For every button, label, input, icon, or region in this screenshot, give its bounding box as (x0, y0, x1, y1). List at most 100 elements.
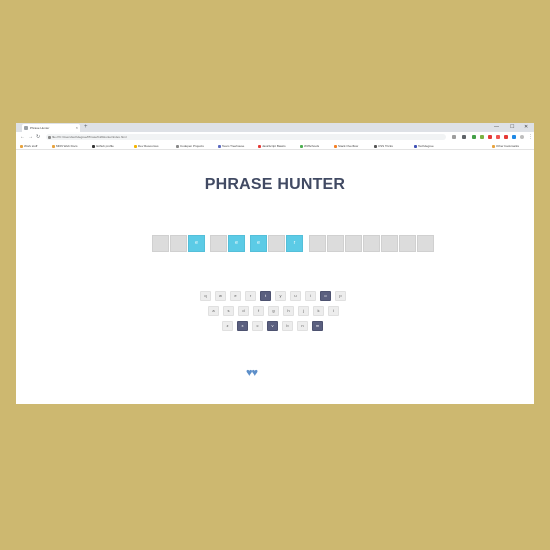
key-y[interactable]: y (275, 291, 286, 301)
bookmark-label: Team Treehouse (222, 144, 245, 148)
back-icon[interactable]: ← (20, 132, 25, 142)
bookmark-item[interactable]: Codepen Projects (176, 142, 204, 150)
extension-blue-icon[interactable] (512, 135, 516, 139)
key-b[interactable]: b (282, 321, 293, 331)
tab-phrase-hunter[interactable]: Phrase Hunter × (22, 124, 80, 132)
extension-red-icon[interactable] (488, 135, 492, 139)
phrase-letter-tile (381, 235, 398, 252)
phrase-letter-tile (309, 235, 326, 252)
new-tab-icon[interactable]: + (84, 123, 88, 132)
maximize-window-icon[interactable]: ☐ (510, 123, 514, 132)
browser-menu-icon[interactable]: ⋮ (528, 132, 533, 142)
address-url: file:///C:/Users/techdegree/Phrase%20Hun… (52, 135, 127, 139)
bookmark-item[interactable]: MDN Web Docs (52, 142, 77, 150)
key-o[interactable]: o (320, 291, 331, 301)
other-bookmarks[interactable]: Other bookmarks (492, 142, 519, 150)
phrase-letter-tile (363, 235, 380, 252)
bookmark-label: Github profile (96, 144, 114, 148)
bookmark-label: JavaScript Basics (262, 144, 286, 148)
key-c[interactable]: c (252, 321, 263, 331)
extension-green-icon[interactable] (472, 135, 476, 139)
phrase-letter-tile (345, 235, 362, 252)
phrase-letter-tile: e (250, 235, 267, 252)
key-j[interactable]: j (298, 306, 309, 316)
tab-strip: Phrase Hunter × + — ☐ ✕ (16, 123, 534, 132)
phrase-letter-tile (170, 235, 187, 252)
bookmark-item[interactable]: Dev Resources (134, 142, 159, 150)
forward-icon[interactable]: → (28, 132, 33, 142)
profile-avatar-icon[interactable] (520, 135, 524, 139)
bookmark-item[interactable]: Techdegree (414, 142, 434, 150)
bookmark-item[interactable]: Team Treehouse (218, 142, 244, 150)
key-l[interactable]: l (328, 306, 339, 316)
bookmark-folder-icon (20, 144, 23, 148)
address-bar[interactable]: file:///C:/Users/techdegree/Phrase%20Hun… (46, 134, 446, 140)
bookmark-page-icon (414, 144, 417, 148)
key-t[interactable]: t (260, 291, 271, 301)
bookmark-label: W3Schools (304, 144, 320, 148)
key-e[interactable]: e (230, 291, 241, 301)
minimize-window-icon[interactable]: — (494, 123, 499, 132)
bookmark-label: Dev Resources (138, 144, 159, 148)
bookmark-page-icon (218, 144, 221, 148)
key-k[interactable]: k (313, 306, 324, 316)
bookmark-page-icon (374, 144, 377, 148)
browser-toolbar: ← → ↻ file:///C:/Users/techdegree/Phrase… (16, 132, 534, 142)
bookmark-label: MDN Web Docs (56, 144, 78, 148)
page-favicon-icon (24, 126, 28, 130)
site-info-icon[interactable] (48, 135, 51, 139)
phrase-letter-tile (152, 235, 169, 252)
bookmark-item[interactable]: Work stuff (20, 142, 37, 150)
phrase-letter-tile: r (286, 235, 303, 252)
key-w[interactable]: w (215, 291, 226, 301)
bookmark-label: Techdegree (418, 144, 434, 148)
phrase-letter-tile (399, 235, 416, 252)
phrase-letter-tile: e (188, 235, 205, 252)
key-v[interactable]: v (267, 321, 278, 331)
key-i[interactable]: i (305, 291, 316, 301)
bookmark-item[interactable]: CSS Tricks (374, 142, 393, 150)
extension-pink-icon[interactable] (496, 135, 500, 139)
bookmarks-bar: Work stuff MDN Web Docs Github profile D… (16, 142, 534, 150)
bookmark-label: Codepen Projects (180, 144, 204, 148)
phrase-board: eeer (16, 235, 534, 252)
close-window-icon[interactable]: ✕ (524, 123, 528, 132)
key-p[interactable]: p (335, 291, 346, 301)
bookmark-page-icon (258, 144, 261, 148)
game-title: PHRASE HUNTER (204, 176, 346, 193)
extension-key-icon[interactable] (452, 135, 456, 139)
extension-lime-icon[interactable] (480, 135, 484, 139)
key-g[interactable]: g (268, 306, 279, 316)
key-d[interactable]: d (238, 306, 249, 316)
key-h[interactable]: h (283, 306, 294, 316)
key-q[interactable]: q (200, 291, 211, 301)
key-z[interactable]: z (222, 321, 233, 331)
browser-window: Phrase Hunter × + — ☐ ✕ ← → ↻ file:///C:… (16, 123, 534, 404)
key-r[interactable]: r (245, 291, 256, 301)
key-n[interactable]: n (297, 321, 308, 331)
phrase-letter-tile (268, 235, 285, 252)
tab-title: Phrase Hunter (30, 126, 50, 130)
key-x[interactable]: x (237, 321, 248, 331)
bookmark-label: Other bookmarks (496, 144, 520, 148)
key-a[interactable]: a (208, 306, 219, 316)
bookmark-item[interactable]: Stack Overflow (334, 142, 358, 150)
bookmark-folder-icon (134, 144, 137, 148)
bookmark-page-icon (300, 144, 303, 148)
key-s[interactable]: s (223, 306, 234, 316)
key-f[interactable]: f (253, 306, 264, 316)
phrase-letter-tile: e (228, 235, 245, 252)
bookmark-label: Stack Overflow (338, 144, 359, 148)
reload-icon[interactable]: ↻ (36, 132, 40, 142)
key-m[interactable]: m (312, 321, 323, 331)
extension-record-icon[interactable] (504, 135, 508, 139)
close-tab-icon[interactable]: × (76, 124, 78, 132)
phrase-letter-tile (417, 235, 434, 252)
phrase-letter-tile (327, 235, 344, 252)
star-bookmark-icon[interactable] (462, 135, 466, 139)
bookmark-folder-icon (492, 144, 495, 148)
bookmark-item[interactable]: Github profile (92, 142, 114, 150)
key-u[interactable]: u (290, 291, 301, 301)
bookmark-item[interactable]: JavaScript Basics (258, 142, 286, 150)
bookmark-item[interactable]: W3Schools (300, 142, 319, 150)
